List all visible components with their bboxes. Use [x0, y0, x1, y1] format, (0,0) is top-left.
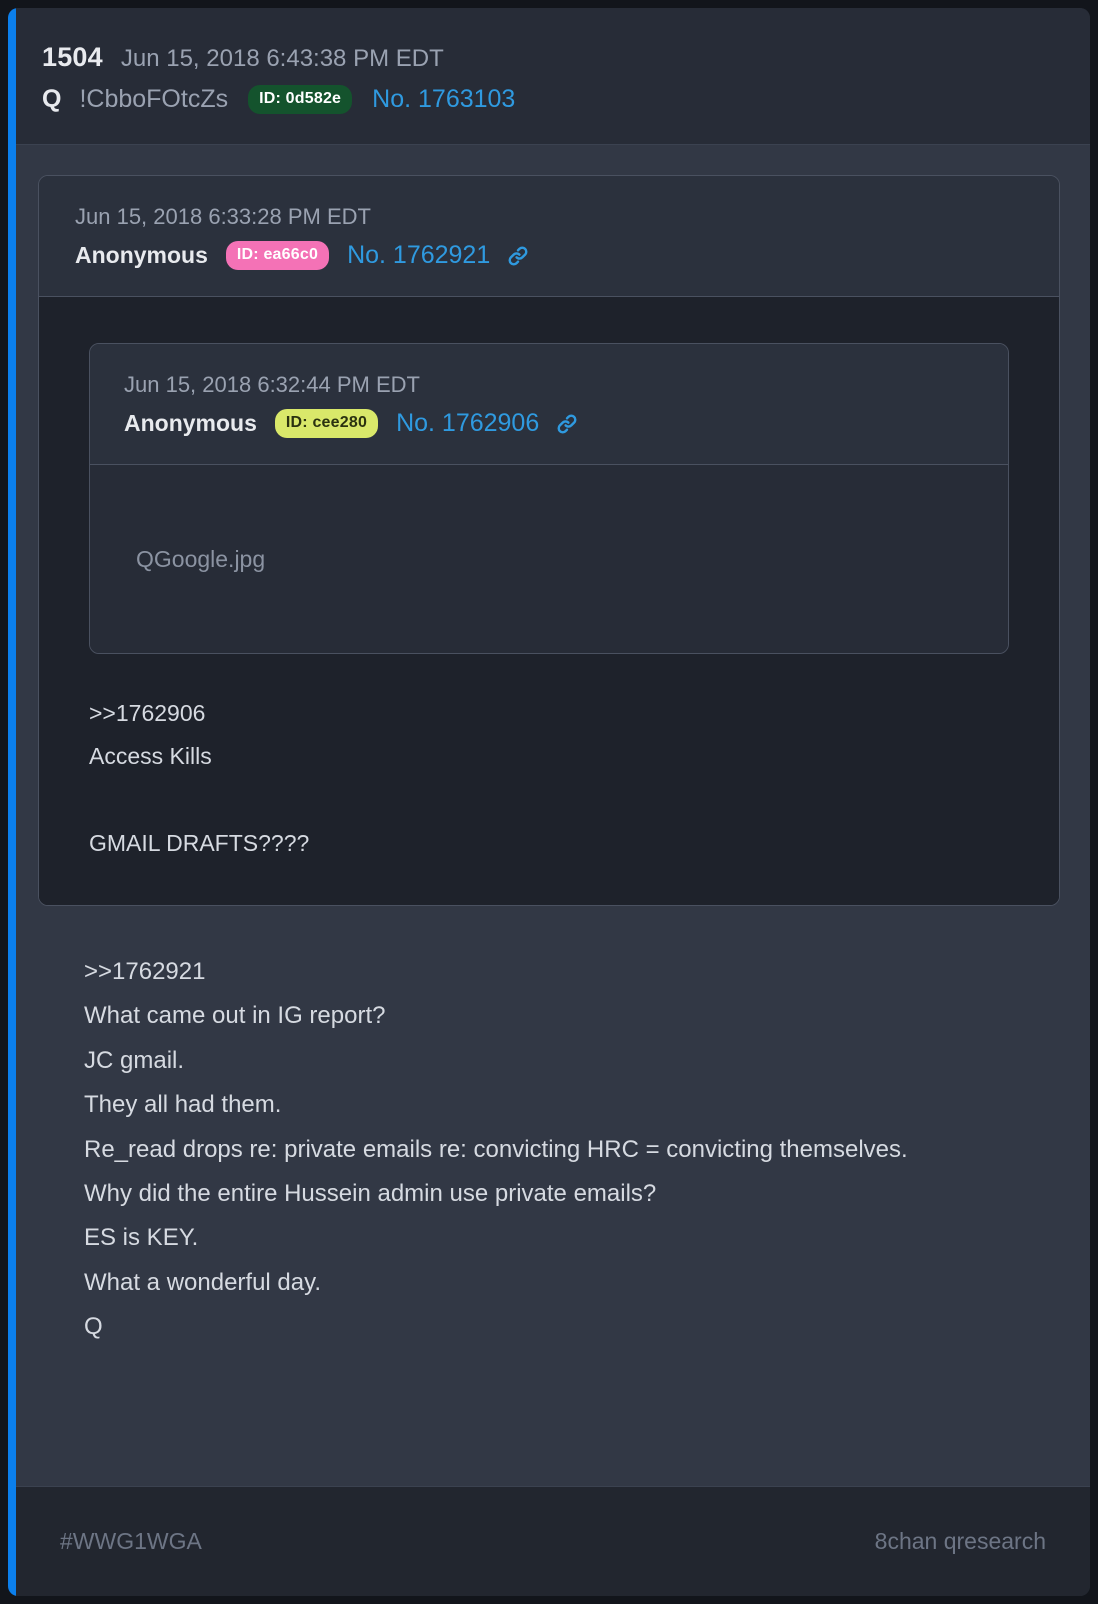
- header-primary-line: 1504 Jun 15, 2018 6:43:38 PM EDT: [42, 42, 1090, 73]
- main-post-text-block: >>1762921 What came out in IG report? JC…: [38, 906, 1060, 1350]
- quote-author-inner: Anonymous: [124, 410, 257, 436]
- drop-timestamp: Jun 15, 2018 6:43:38 PM EDT: [120, 45, 444, 72]
- main-post-text: >>1762921 What came out in IG report? JC…: [84, 957, 908, 1341]
- quote-header-outer: Jun 15, 2018 6:33:28 PM EDT Anonymous ID…: [39, 176, 1059, 296]
- drop-body: Jun 15, 2018 6:33:28 PM EDT Anonymous ID…: [8, 145, 1090, 1486]
- page-root: 1504 Jun 15, 2018 6:43:38 PM EDT Q !Cbbo…: [0, 0, 1098, 1604]
- attachment-thumbnail[interactable]: QGoogle.jpg: [90, 465, 1008, 653]
- quote-meta: Anonymous ID: ea66c0 No. 1762921: [75, 241, 1059, 270]
- quote-post-number-link-inner[interactable]: No. 1762906: [396, 409, 539, 438]
- footer-hashtag: #WWG1WGA: [60, 1528, 202, 1554]
- quote-author: Anonymous: [75, 242, 208, 268]
- quote-block-outer: Jun 15, 2018 6:33:28 PM EDT Anonymous ID…: [38, 175, 1060, 906]
- drop-footer: #WWG1WGA 8chan qresearch: [8, 1486, 1090, 1596]
- quote-post-text: >>1762906 Access Kills GMAIL DRAFTS????: [89, 700, 310, 856]
- footer-source: 8chan qresearch: [874, 1528, 1046, 1554]
- quote-timestamp: Jun 15, 2018 6:33:28 PM EDT: [75, 204, 371, 229]
- quote-timestamp-inner: Jun 15, 2018 6:32:44 PM EDT: [124, 372, 420, 397]
- drop-header: 1504 Jun 15, 2018 6:43:38 PM EDT Q !Cbbo…: [8, 8, 1090, 145]
- poster-name: Q: [42, 85, 62, 113]
- quote-text-block-outer: >>1762906 Access Kills GMAIL DRAFTS????: [39, 654, 1059, 905]
- link-icon[interactable]: [506, 244, 530, 268]
- quote-header-inner: Jun 15, 2018 6:32:44 PM EDT Anonymous ID…: [90, 344, 1008, 464]
- quote-id-badge: ID: ea66c0: [225, 241, 330, 270]
- quote-content-inner: QGoogle.jpg: [90, 464, 1008, 653]
- header-secondary-line: Q !CbboFOtcZs ID: 0d582e No. 1763103: [42, 85, 1090, 114]
- poster-id-badge: ID: 0d582e: [248, 85, 353, 114]
- attachment-filename: QGoogle.jpg: [136, 545, 266, 572]
- quote-block-inner: Jun 15, 2018 6:32:44 PM EDT Anonymous ID…: [89, 343, 1009, 654]
- accent-rail: [8, 8, 16, 1596]
- quote-content-outer: Jun 15, 2018 6:32:44 PM EDT Anonymous ID…: [39, 296, 1059, 905]
- quote-post-number-link[interactable]: No. 1762921: [347, 241, 490, 270]
- link-icon[interactable]: [555, 412, 579, 436]
- quote-id-badge-inner: ID: cee280: [274, 409, 379, 438]
- q-drop-card: 1504 Jun 15, 2018 6:43:38 PM EDT Q !Cbbo…: [8, 8, 1090, 1596]
- post-number-link[interactable]: No. 1763103: [372, 85, 515, 114]
- quote-meta-inner: Anonymous ID: cee280 No. 1762906: [124, 409, 1008, 438]
- drop-number: 1504: [42, 42, 103, 72]
- poster-tripcode: !CbboFOtcZs: [79, 85, 229, 113]
